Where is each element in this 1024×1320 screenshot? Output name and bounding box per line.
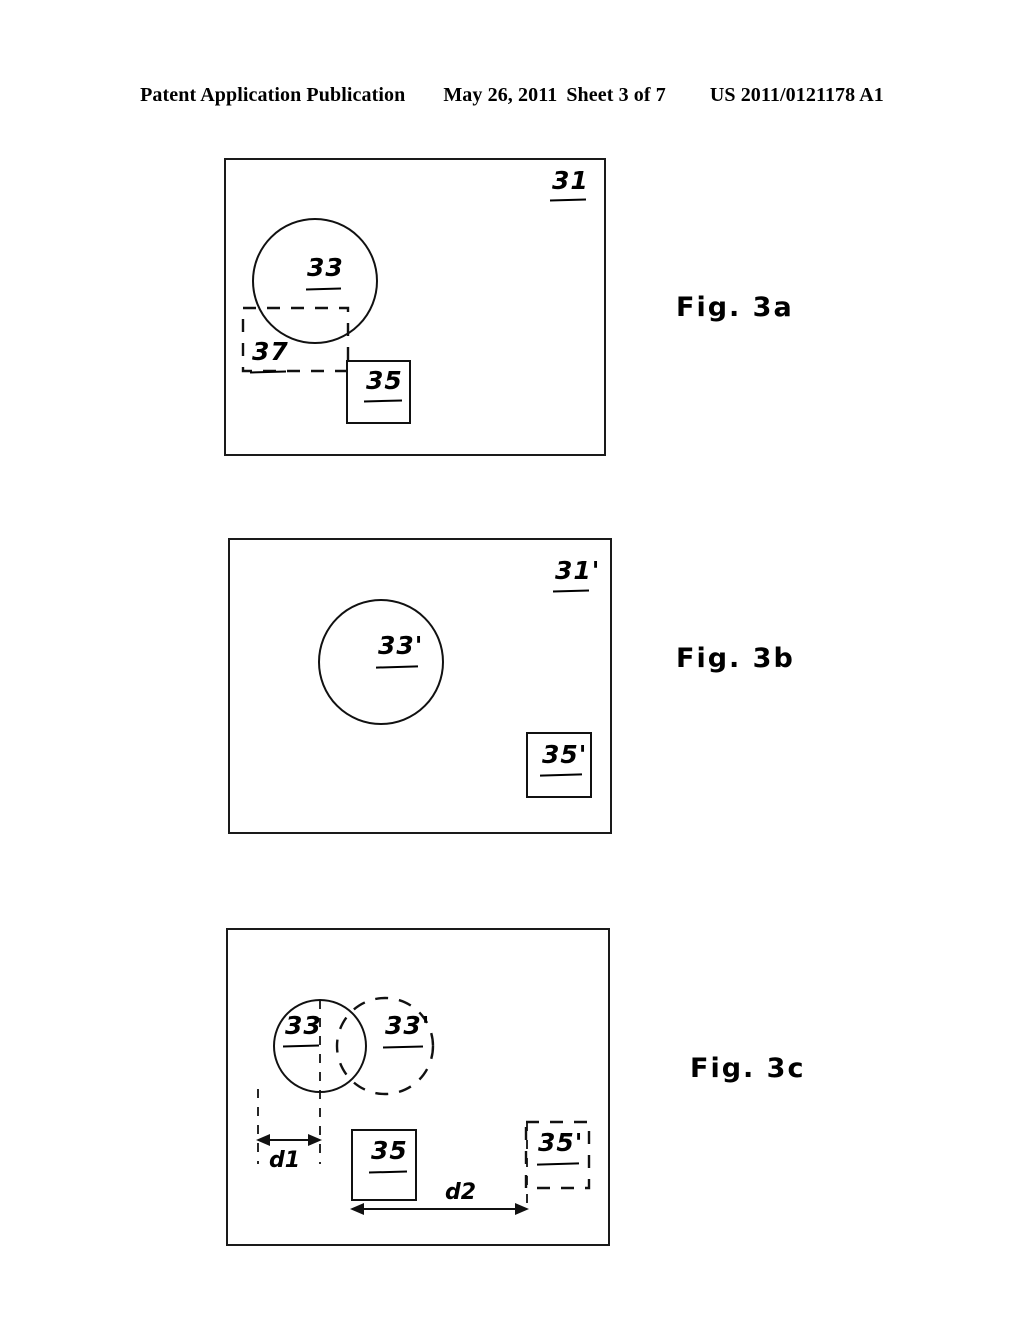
fig3c-outer-frame: [226, 928, 610, 1246]
fig3c-label-33: 33: [285, 1011, 322, 1040]
fig3c-dimension-label-d1: d1: [269, 1148, 301, 1173]
figure-3c: 33 33' 35 35' d1 d2 Fig. 3c: [0, 0, 1024, 1320]
fig3c-label-35: 35: [371, 1136, 408, 1165]
fig3c-dimension-label-d2: d2: [445, 1180, 477, 1205]
fig3c-label-35-prime: 35': [538, 1128, 584, 1157]
fig3c-label-33-prime: 33': [385, 1011, 431, 1040]
fig3c-caption: Fig. 3c: [690, 1053, 806, 1084]
